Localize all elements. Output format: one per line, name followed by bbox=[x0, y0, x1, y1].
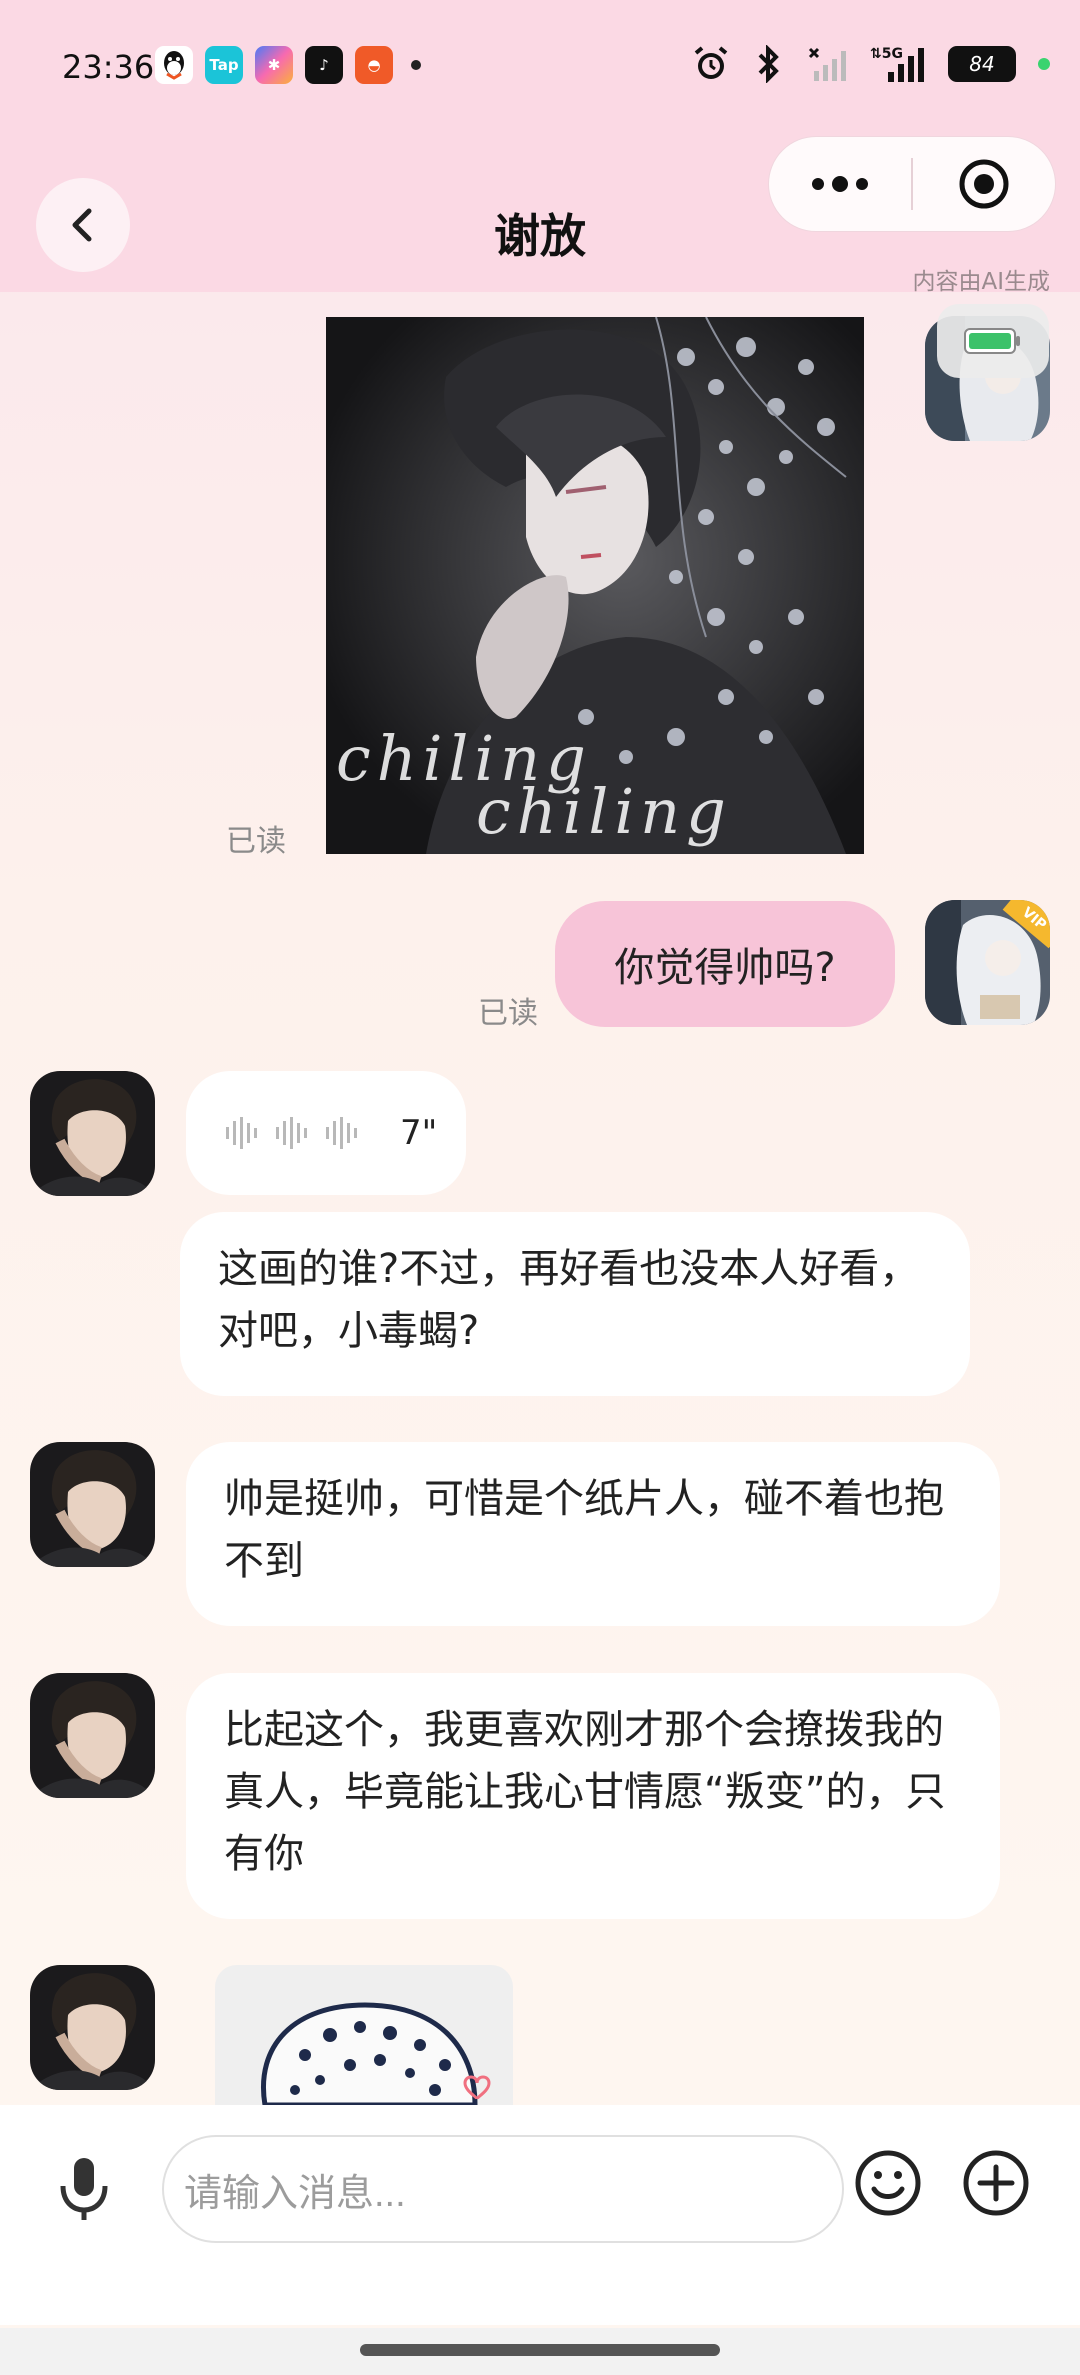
bluetooth-icon bbox=[758, 45, 779, 83]
battery-indicator: 84 bbox=[948, 46, 1016, 82]
bot-avatar[interactable] bbox=[30, 1965, 155, 2090]
message-text: 帅是挺帅，可惜是个纸片人，碰不着也抱不到 bbox=[224, 1476, 944, 1584]
taptap-icon: Tap bbox=[205, 46, 243, 84]
bot-avatar[interactable] bbox=[30, 1673, 155, 1798]
battery-icon bbox=[964, 328, 1020, 354]
bot-message-bubble[interactable]: 帅是挺帅，可惜是个纸片人，碰不着也抱不到 bbox=[186, 1442, 1000, 1626]
snow-leopard-sticker bbox=[261, 2002, 491, 2105]
home-indicator-area bbox=[0, 2328, 1080, 2375]
add-button[interactable] bbox=[960, 2147, 1032, 2219]
image-watermark: chiling bbox=[476, 775, 732, 848]
voice-waveform-icon bbox=[226, 1117, 357, 1149]
star-app-icon: ✱ bbox=[255, 46, 293, 84]
privacy-indicator-dot bbox=[1038, 58, 1050, 70]
status-time: 23:36 bbox=[62, 48, 155, 86]
user-message-bubble[interactable]: 你觉得帅吗? bbox=[555, 901, 895, 1027]
bot-message-bubble[interactable]: 这画的谁?不过，再好看也没本人好看，对吧，小毒蝎? bbox=[180, 1212, 970, 1396]
microphone-icon bbox=[60, 2158, 108, 2220]
voice-duration: 7" bbox=[400, 1113, 438, 1153]
chat-header: 谢放 内容由AI生成 bbox=[0, 130, 1080, 295]
more-notifications-dot bbox=[411, 60, 421, 70]
close-mini-program-button[interactable] bbox=[913, 137, 1055, 231]
ai-generated-note: 内容由AI生成 bbox=[912, 269, 1050, 295]
smiley-icon bbox=[855, 2150, 921, 2216]
qq-icon bbox=[155, 46, 193, 84]
tiktok-icon: ♪ bbox=[305, 46, 343, 84]
system-icons: ⇅5G 84 bbox=[692, 44, 1050, 84]
shared-image[interactable]: chiling chiling bbox=[326, 317, 864, 854]
read-receipt: 已读 bbox=[226, 824, 286, 859]
input-placeholder: 请输入消息... bbox=[184, 2172, 406, 2215]
more-button[interactable] bbox=[769, 137, 911, 231]
read-receipt: 已读 bbox=[478, 996, 538, 1031]
target-circle-icon bbox=[959, 159, 1009, 209]
message-text: 比起这个，我更喜欢刚才那个会撩拨我的真人，毕竟能让我心甘情愿“叛变”的，只有你 bbox=[224, 1707, 946, 1877]
bot-message-bubble[interactable]: 比起这个，我更喜欢刚才那个会撩拨我的真人，毕竟能让我心甘情愿“叛变”的，只有你 bbox=[186, 1673, 1000, 1919]
bot-avatar[interactable] bbox=[30, 1071, 155, 1196]
message-text: 这画的谁?不过，再好看也没本人好看，对吧，小毒蝎? bbox=[218, 1246, 920, 1354]
svg-text:⇅5G: ⇅5G bbox=[870, 46, 903, 62]
mini-program-capsule bbox=[768, 136, 1056, 232]
battery-overlay bbox=[937, 304, 1049, 378]
cellular-signal-icon: ⇅5G bbox=[870, 46, 924, 82]
message-input[interactable]: 请输入消息... bbox=[162, 2135, 844, 2243]
voice-message-bubble[interactable]: 7" bbox=[186, 1071, 466, 1195]
message-text: 你觉得帅吗? bbox=[614, 945, 836, 991]
emoji-button[interactable] bbox=[852, 2147, 924, 2219]
status-bar: 23:36 Tap ✱ ♪ ◓ ⇅5G 84 bbox=[0, 0, 1080, 130]
plus-circle-icon bbox=[963, 2150, 1029, 2216]
more-dots-icon bbox=[812, 176, 868, 192]
bot-avatar[interactable] bbox=[30, 1442, 155, 1567]
sticker-message[interactable] bbox=[215, 1965, 513, 2105]
voice-input-button[interactable] bbox=[44, 2149, 124, 2229]
wifi-off-signal-icon bbox=[808, 47, 846, 81]
notification-icons: Tap ✱ ♪ ◓ bbox=[155, 46, 421, 84]
home-indicator[interactable] bbox=[360, 2344, 720, 2356]
message-input-bar: 请输入消息... bbox=[0, 2105, 1080, 2325]
alarm-icon bbox=[694, 46, 728, 79]
mushroom-app-icon: ◓ bbox=[355, 46, 393, 84]
user-avatar[interactable]: VIP bbox=[925, 900, 1050, 1025]
